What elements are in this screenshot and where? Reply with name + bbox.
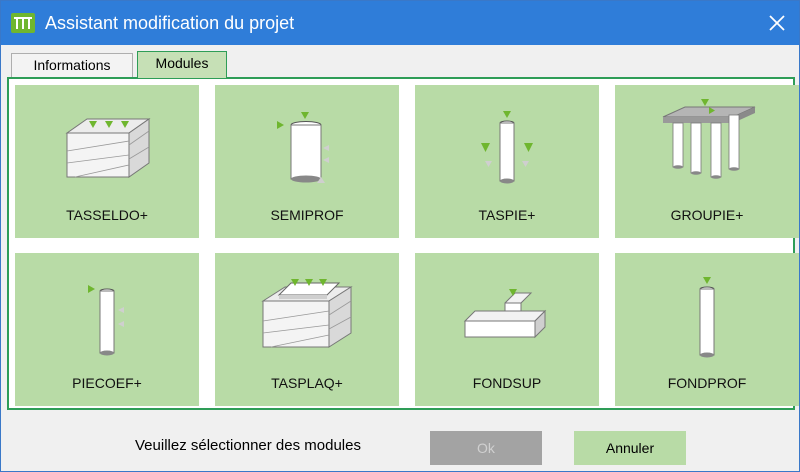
module-tile-fondsup[interactable]: FONDSUP bbox=[415, 253, 599, 406]
pile-settlement-icon bbox=[481, 111, 533, 184]
module-tile-tasplaq[interactable]: TASPLAQ+ bbox=[215, 253, 399, 406]
module-tile-groupie[interactable]: GROUPIE+ bbox=[615, 85, 799, 238]
close-button[interactable] bbox=[755, 1, 799, 45]
module-label: TASPLAQ+ bbox=[271, 375, 343, 391]
module-label: SEMIPROF bbox=[270, 207, 344, 223]
tm-logo-icon bbox=[11, 13, 35, 33]
module-tile-taspie[interactable]: TASPIE+ bbox=[415, 85, 599, 238]
title-bar[interactable]: Assistant modification du projet bbox=[1, 1, 799, 45]
module-label: TASSELDO+ bbox=[66, 207, 148, 223]
module-label: PIECOEF+ bbox=[72, 375, 142, 391]
module-tile-semiprof[interactable]: SEMIPROF bbox=[215, 85, 399, 238]
pile-coefficient-icon bbox=[88, 285, 124, 356]
deep-foundation-icon bbox=[699, 277, 715, 358]
status-message: Veuillez sélectionner des modules bbox=[135, 437, 361, 454]
modules-panel: TASSELDO+ SEMIPROF TASPIE+ GROUPIE+ PIEC… bbox=[7, 77, 799, 410]
module-label: FONDSUP bbox=[472, 375, 542, 391]
tab-informations[interactable]: Informations bbox=[11, 53, 133, 77]
soil-block-icon bbox=[65, 118, 151, 178]
module-tile-tasseldo[interactable]: TASSELDO+ bbox=[15, 85, 199, 238]
semi-deep-foundation-icon bbox=[277, 112, 329, 183]
window-title: Assistant modification du projet bbox=[45, 13, 295, 33]
dialog-content: Informations Modules TASSELDO+ SEMIPROF … bbox=[1, 45, 799, 471]
module-label: GROUPIE+ bbox=[670, 207, 744, 223]
module-label: TASPIE+ bbox=[478, 207, 536, 223]
module-label: FONDPROF bbox=[667, 375, 747, 391]
ok-button[interactable]: Ok bbox=[430, 431, 542, 465]
cancel-button[interactable]: Annuler bbox=[574, 431, 686, 465]
shallow-foundation-icon bbox=[463, 289, 547, 339]
close-icon bbox=[769, 15, 785, 31]
module-tile-piecoef[interactable]: PIECOEF+ bbox=[15, 253, 199, 406]
tab-modules[interactable]: Modules bbox=[137, 51, 227, 78]
pile-group-icon bbox=[662, 99, 756, 179]
slab-soil-block-icon bbox=[261, 279, 353, 348]
project-wizard-window: Assistant modification du projet Informa… bbox=[0, 0, 800, 472]
module-tile-fondprof[interactable]: FONDPROF bbox=[615, 253, 799, 406]
